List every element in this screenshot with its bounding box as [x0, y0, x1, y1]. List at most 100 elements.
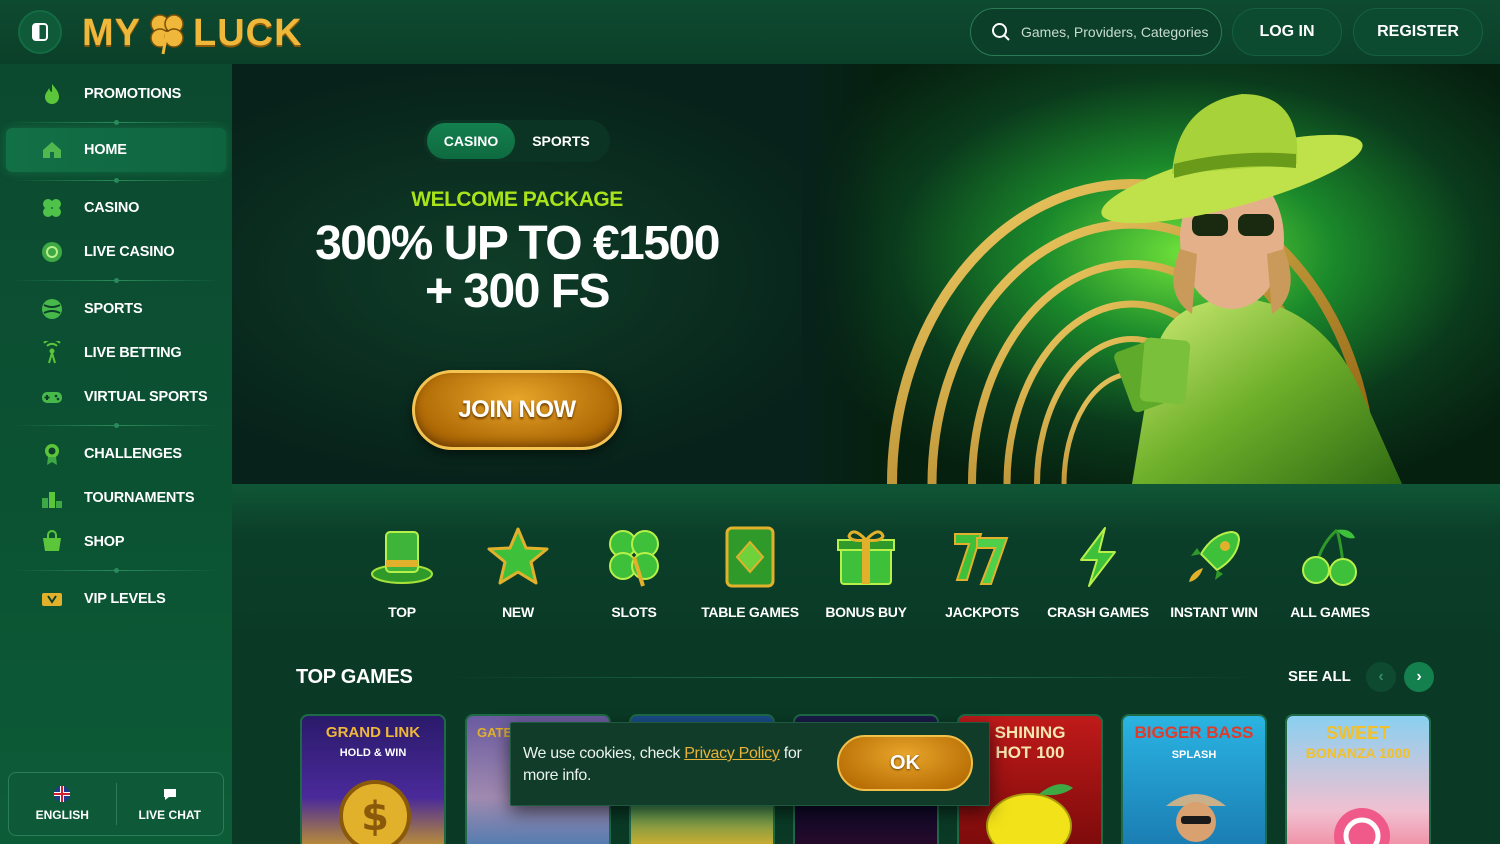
lemon-icon [986, 784, 1073, 844]
podium-icon [42, 492, 62, 508]
sevens-icon [954, 533, 1009, 585]
join-now-button[interactable]: JOIN NOW [412, 370, 622, 450]
logo[interactable]: MY LUCK [82, 10, 303, 56]
candy-icon [1334, 808, 1390, 844]
category-instant-win[interactable]: INSTANT WIN [1156, 524, 1272, 620]
clover-logo-icon [150, 14, 184, 55]
sidebar-item-tournaments[interactable]: TOURNAMENTS [0, 476, 232, 520]
category-label: TOP [388, 604, 416, 620]
game-title: GRAND LINK [325, 724, 421, 741]
category-label: JACKPOTS [945, 604, 1019, 620]
sidebar-item-virtual-sports[interactable]: VIRTUAL SPORTS [0, 375, 232, 419]
gamepad-icon [42, 392, 62, 403]
game-card[interactable]: BIGGER BASS SPLASH [1121, 714, 1267, 844]
broadcast-icon [43, 341, 61, 364]
clover-icon [43, 199, 61, 217]
uk-flag-icon [54, 786, 71, 802]
sidebar-item-live-betting[interactable]: LIVE BETTING [0, 331, 232, 375]
search-icon [992, 23, 1010, 41]
category-new[interactable]: NEW [460, 524, 576, 620]
game-card[interactable]: SWEET BONANZA 1000 [1285, 714, 1431, 844]
register-button[interactable]: REGISTER [1353, 8, 1483, 56]
hero-headline: 300% UP TO €1500 + 300 FS [232, 220, 802, 316]
hero-banner: CASINO SPORTS WELCOME PACKAGE 300% UP TO… [232, 64, 1500, 484]
sidebar-item-live-casino[interactable]: LIVE CASINO [0, 230, 232, 274]
cherries-icon [1302, 528, 1357, 586]
language-selector[interactable]: ENGLISH [9, 773, 116, 835]
headline-line-1: 300% UP TO €1500 [315, 217, 720, 270]
category-label: BONUS BUY [825, 604, 907, 620]
game-categories: TOP NEW SLOTS TABLE GAMES BONUS BUY JACK… [232, 484, 1500, 644]
sidebar-item-label: TOURNAMENTS [84, 490, 195, 506]
tab-casino[interactable]: CASINO [427, 123, 515, 159]
sidebar-item-shop[interactable]: SHOP [0, 520, 232, 564]
logo-text-left: MY [82, 11, 141, 54]
live-chat-button[interactable]: LIVE CHAT [117, 773, 224, 835]
bag-icon [43, 530, 61, 551]
sidebar-toggle-icon [32, 23, 48, 41]
hero-character-image [802, 64, 1500, 484]
category-all-games[interactable]: ALL GAMES [1272, 524, 1388, 620]
dollar-coin-icon: $ [339, 780, 411, 844]
sidebar-divider [10, 278, 222, 283]
cookie-ok-button[interactable]: OK [837, 735, 973, 791]
ticket-icon [42, 593, 62, 606]
menu-toggle-button[interactable] [18, 10, 62, 54]
sidebar-item-casino[interactable]: CASINO [0, 186, 232, 230]
sidebar-item-label: SPORTS [84, 301, 143, 317]
flame-icon [45, 84, 59, 104]
chip-icon [42, 242, 62, 262]
category-jackpots[interactable]: JACKPOTS [924, 524, 1040, 620]
category-label: TABLE GAMES [701, 604, 799, 620]
game-subtitle: BONANZA 1000 [1305, 745, 1411, 761]
top-games-title: TOP GAMES [296, 666, 413, 688]
sidebar-divider [10, 568, 222, 573]
casino-sports-switch: CASINO SPORTS [424, 120, 610, 162]
privacy-policy-link[interactable]: Privacy Policy [684, 745, 780, 762]
category-slots[interactable]: SLOTS [576, 524, 692, 620]
sidebar-item-vip-levels[interactable]: VIP LEVELS [0, 577, 232, 621]
sidebar-item-sports[interactable]: SPORTS [0, 287, 232, 331]
chevron-right-icon: › [1416, 668, 1422, 685]
category-top[interactable]: TOP [344, 524, 460, 620]
sidebar-item-home[interactable]: HOME [6, 128, 226, 172]
sidebar-item-promotions[interactable]: PROMOTIONS [0, 72, 232, 116]
game-title: SWEET [1325, 723, 1390, 743]
sidebar-item-label: LIVE CASINO [84, 244, 175, 260]
category-label: NEW [502, 604, 534, 620]
rocket-icon [1189, 530, 1241, 582]
game-subtitle: SPLASH [1171, 749, 1217, 761]
fisherman-character-icon [1166, 794, 1226, 842]
search-placeholder: Games, Providers, Categories [1021, 24, 1209, 40]
lightning-icon [1080, 527, 1116, 587]
sidebar-item-label: PROMOTIONS [84, 86, 182, 102]
game-title: BIGGER BASS [1134, 723, 1254, 742]
search-box[interactable]: Games, Providers, Categories [970, 8, 1222, 56]
ball-icon [42, 299, 62, 319]
sidebar-item-label: HOME [84, 142, 127, 158]
tab-sports[interactable]: SPORTS [515, 123, 607, 159]
category-crash-games[interactable]: CRASH GAMES [1040, 524, 1156, 620]
category-table-games[interactable]: TABLE GAMES [692, 524, 808, 620]
game-card[interactable]: GRAND LINK HOLD & WIN $ [300, 714, 446, 844]
sidebar-item-challenges[interactable]: CHALLENGES [0, 432, 232, 476]
language-label: ENGLISH [35, 808, 89, 822]
carousel-prev-button[interactable]: ‹ [1366, 662, 1396, 692]
welcome-package-label: WELCOME PACKAGE [411, 188, 623, 211]
sidebar: PROMOTIONS HOME CASINO LIVE CASINO SPORT… [0, 64, 232, 844]
sidebar-item-label: VIRTUAL SPORTS [84, 389, 208, 405]
medal-icon [45, 444, 59, 465]
category-label: ALL GAMES [1290, 604, 1370, 620]
sidebar-item-label: VIP LEVELS [84, 591, 166, 607]
cookie-banner: We use cookies, check Privacy Policy for… [510, 722, 990, 806]
see-all-link[interactable]: SEE ALL [1288, 668, 1351, 685]
sidebar-item-label: CHALLENGES [84, 446, 182, 462]
sidebar-item-label: SHOP [84, 534, 125, 550]
category-bonus-buy[interactable]: BONUS BUY [808, 524, 924, 620]
section-divider [448, 677, 1260, 678]
login-button[interactable]: LOG IN [1232, 8, 1342, 56]
game-subtitle: HOLD & WIN [339, 747, 407, 759]
category-label: CRASH GAMES [1047, 604, 1149, 620]
top-hat-icon [371, 531, 433, 584]
carousel-next-button[interactable]: › [1404, 662, 1434, 692]
